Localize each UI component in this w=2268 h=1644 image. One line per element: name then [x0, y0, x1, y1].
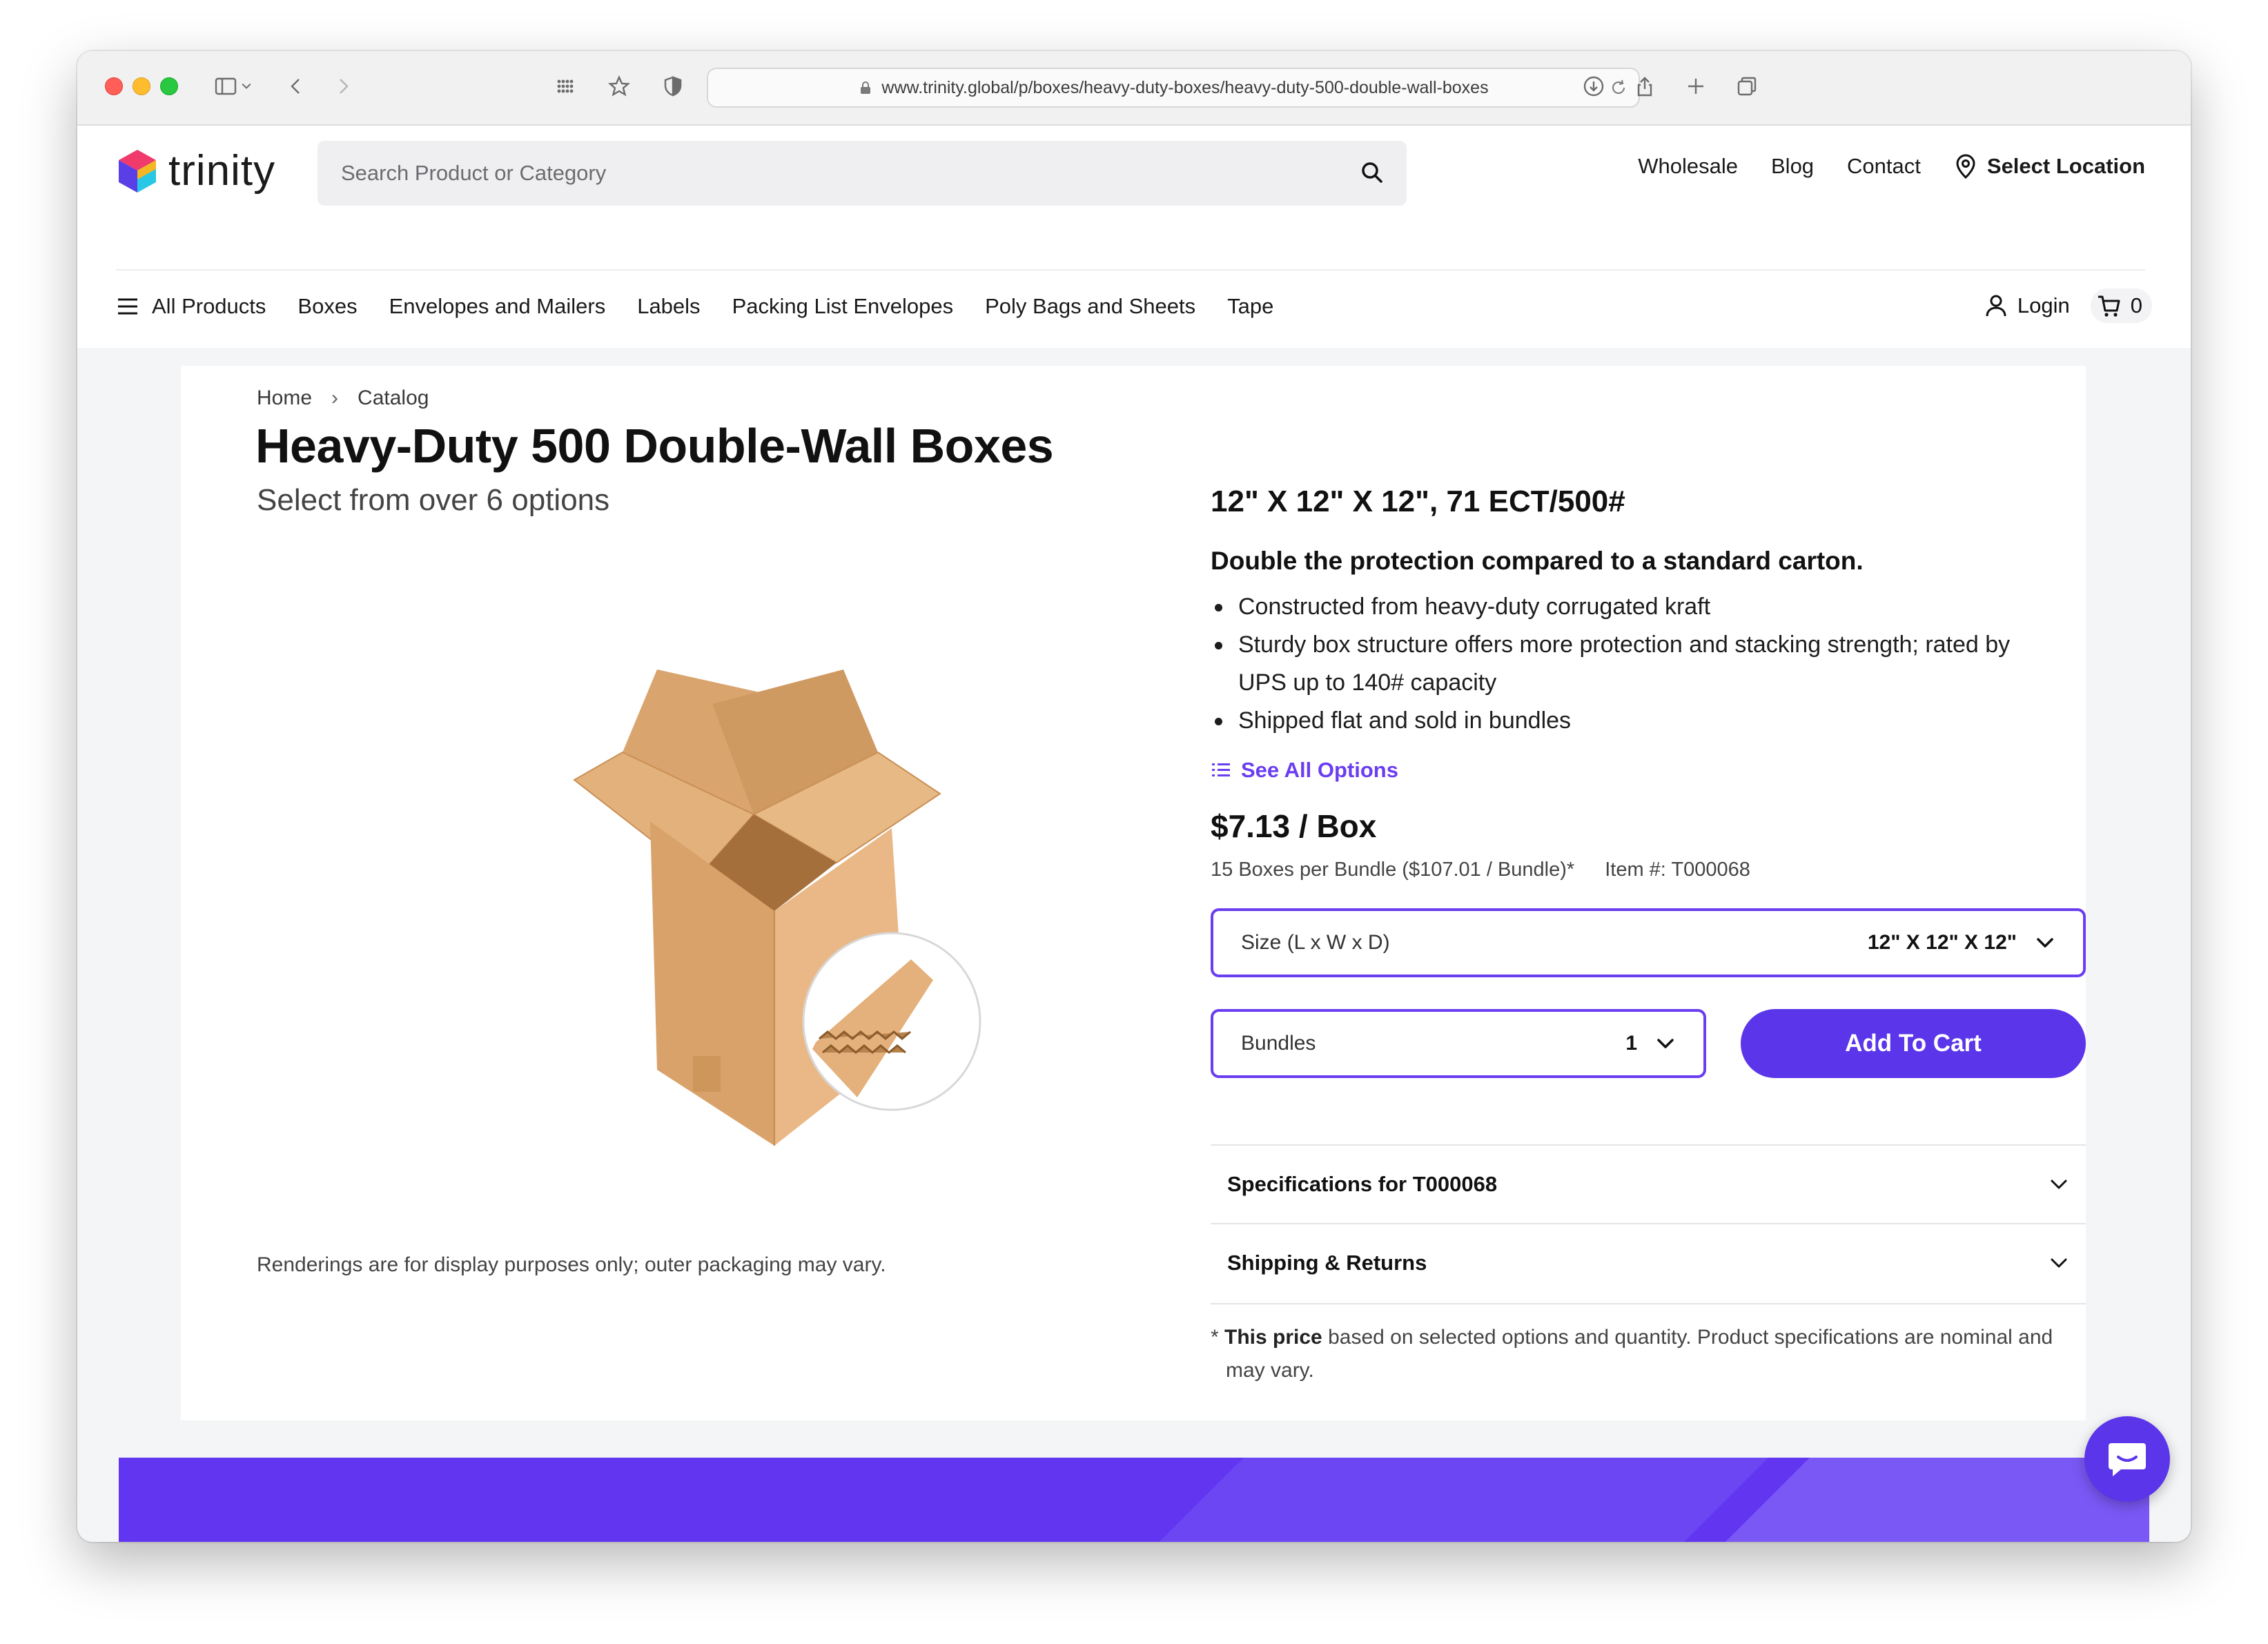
close-window-button[interactable] [105, 77, 123, 95]
chevron-down-icon [2051, 1258, 2067, 1268]
breadcrumb-home[interactable]: Home [257, 386, 312, 410]
browser-window: www.trinity.global/p/boxes/heavy-duty-bo… [77, 51, 2191, 1542]
shipping-returns-accordion[interactable]: Shipping & Returns [1211, 1223, 2086, 1302]
add-to-cart-button[interactable]: Add To Cart [1741, 1009, 2086, 1078]
feature-item: Constructed from heavy-duty corrugated k… [1211, 588, 2039, 626]
footnote-bold: This price [1224, 1326, 1322, 1349]
trinity-logo[interactable]: trinity [116, 146, 275, 195]
unit-price: $7.13 / Box [1211, 808, 1377, 844]
bundles-select[interactable]: Bundles 1 [1211, 1009, 1706, 1078]
chevron-down-icon [2051, 1180, 2067, 1189]
category-nav: All Products Boxes Envelopes and Mailers… [116, 294, 1273, 319]
url-text: www.trinity.global/p/boxes/heavy-duty-bo… [881, 77, 1489, 97]
render-disclaimer: Renderings are for display purposes only… [257, 1253, 886, 1276]
login-label: Login [2017, 293, 2070, 317]
select-location-button[interactable]: Select Location [1954, 153, 2145, 179]
nav-item-boxes[interactable]: Boxes [297, 294, 357, 319]
size-select[interactable]: Size (L x W x D) 12" X 12" X 12" [1211, 908, 2086, 977]
nav-item-labels[interactable]: Labels [637, 294, 700, 319]
feature-item: Shipped flat and sold in bundles [1211, 702, 2039, 740]
shipping-returns-label: Shipping & Returns [1227, 1251, 1427, 1275]
see-all-options-label: See All Options [1241, 758, 1398, 782]
nav-item-poly-bags-sheets[interactable]: Poly Bags and Sheets [985, 294, 1195, 319]
zoom-window-button[interactable] [160, 77, 178, 95]
grid-apps-icon[interactable] [548, 69, 583, 104]
breadcrumb: Home › Catalog [257, 386, 429, 410]
cart-button[interactable]: 0 [2090, 288, 2152, 323]
site-header: trinity Search Product or Category Whole… [77, 126, 2191, 348]
specifications-accordion[interactable]: Specifications for T000068 [1211, 1144, 2086, 1223]
product-image[interactable] [450, 656, 988, 1153]
reload-icon[interactable] [1608, 77, 1629, 98]
see-all-options-link[interactable]: See All Options [1211, 758, 1398, 783]
download-icon[interactable] [1576, 69, 1611, 104]
browser-toolbar: www.trinity.global/p/boxes/heavy-duty-bo… [77, 51, 2191, 126]
forward-icon[interactable] [326, 69, 360, 104]
blog-link[interactable]: Blog [1771, 154, 1814, 179]
contact-link[interactable]: Contact [1847, 154, 1921, 179]
select-location-label: Select Location [1986, 154, 2145, 178]
item-number: Item #: T000068 [1605, 859, 1750, 881]
search-input[interactable]: Search Product or Category [317, 141, 1407, 206]
bundle-pricing: 15 Boxes per Bundle ($107.01 / Bundle)* [1211, 859, 1575, 881]
all-products-menu[interactable]: All Products [116, 294, 266, 319]
product-subtitle: Select from over 6 options [257, 483, 610, 517]
chevron-down-icon [2037, 938, 2053, 948]
specifications-label: Specifications for T000068 [1227, 1172, 1498, 1196]
promo-banner [119, 1458, 2149, 1542]
login-button[interactable]: Login [1984, 293, 2070, 318]
size-value: 12" X 12" X 12" [1867, 931, 2017, 954]
nav-item-packing-list-envelopes[interactable]: Packing List Envelopes [732, 294, 954, 319]
product-tagline: Double the protection compared to a stan… [1211, 547, 1864, 575]
hamburger-menu-icon [118, 298, 137, 315]
chat-button[interactable] [2084, 1416, 2170, 1502]
nav-item-envelopes-mailers[interactable]: Envelopes and Mailers [389, 294, 606, 319]
product-card: Home › Catalog Heavy-Duty 500 Double-Wal… [181, 366, 2086, 1420]
breadcrumb-catalog[interactable]: Catalog [358, 386, 429, 410]
chat-bubble-icon [2109, 1443, 2146, 1476]
feature-list: Constructed from heavy-duty corrugated k… [1211, 588, 2039, 740]
top-links: Wholesale Blog Contact Select Location [1638, 153, 2145, 179]
wholesale-link[interactable]: Wholesale [1638, 154, 1738, 179]
address-bar[interactable]: www.trinity.global/p/boxes/heavy-duty-bo… [707, 68, 1640, 108]
location-pin-icon [1956, 154, 1975, 179]
footnote-text: based on selected options and quantity. … [1226, 1326, 2053, 1382]
search-icon[interactable] [1358, 159, 1386, 186]
cart-icon [2098, 295, 2120, 317]
cube-logo-icon [119, 149, 156, 193]
search-placeholder: Search Product or Category [341, 161, 607, 185]
cart-count: 0 [2130, 293, 2142, 317]
user-icon [1986, 295, 2006, 317]
account-area: Login 0 [1984, 288, 2152, 323]
chevron-down-icon[interactable] [236, 69, 257, 104]
variant-title: 12" X 12" X 12", 71 ECT/500# [1211, 485, 1625, 518]
nav-item-tape[interactable]: Tape [1227, 294, 1273, 319]
tab-overview-icon[interactable] [1730, 69, 1764, 104]
price-footnote: * This price based on selected options a… [1211, 1326, 2053, 1382]
page-title: Heavy-Duty 500 Double-Wall Boxes [255, 419, 1054, 473]
bookmark-star-icon[interactable] [602, 69, 636, 104]
bundles-value: 1 [1625, 1032, 1637, 1055]
lock-icon [861, 81, 871, 94]
minimize-window-button[interactable] [133, 77, 150, 95]
banner-stripe [1078, 1458, 1782, 1542]
size-label: Size (L x W x D) [1241, 931, 1390, 954]
breadcrumb-separator-icon: › [331, 386, 339, 409]
feature-item: Sturdy box structure offers more protect… [1211, 626, 2039, 702]
bundles-label: Bundles [1241, 1032, 1316, 1055]
chevron-down-icon [1657, 1039, 1674, 1048]
bundle-info: 15 Boxes per Bundle ($107.01 / Bundle)* I… [1211, 859, 1750, 881]
accordion-divider [1211, 1303, 2086, 1304]
logo-text: trinity [168, 147, 276, 195]
list-icon [1212, 763, 1230, 776]
header-divider [116, 269, 2145, 271]
new-tab-icon[interactable] [1679, 69, 1713, 104]
share-icon[interactable] [1627, 69, 1662, 104]
all-products-label: All Products [152, 294, 266, 318]
back-icon[interactable] [279, 69, 313, 104]
privacy-shield-icon[interactable] [656, 69, 690, 104]
